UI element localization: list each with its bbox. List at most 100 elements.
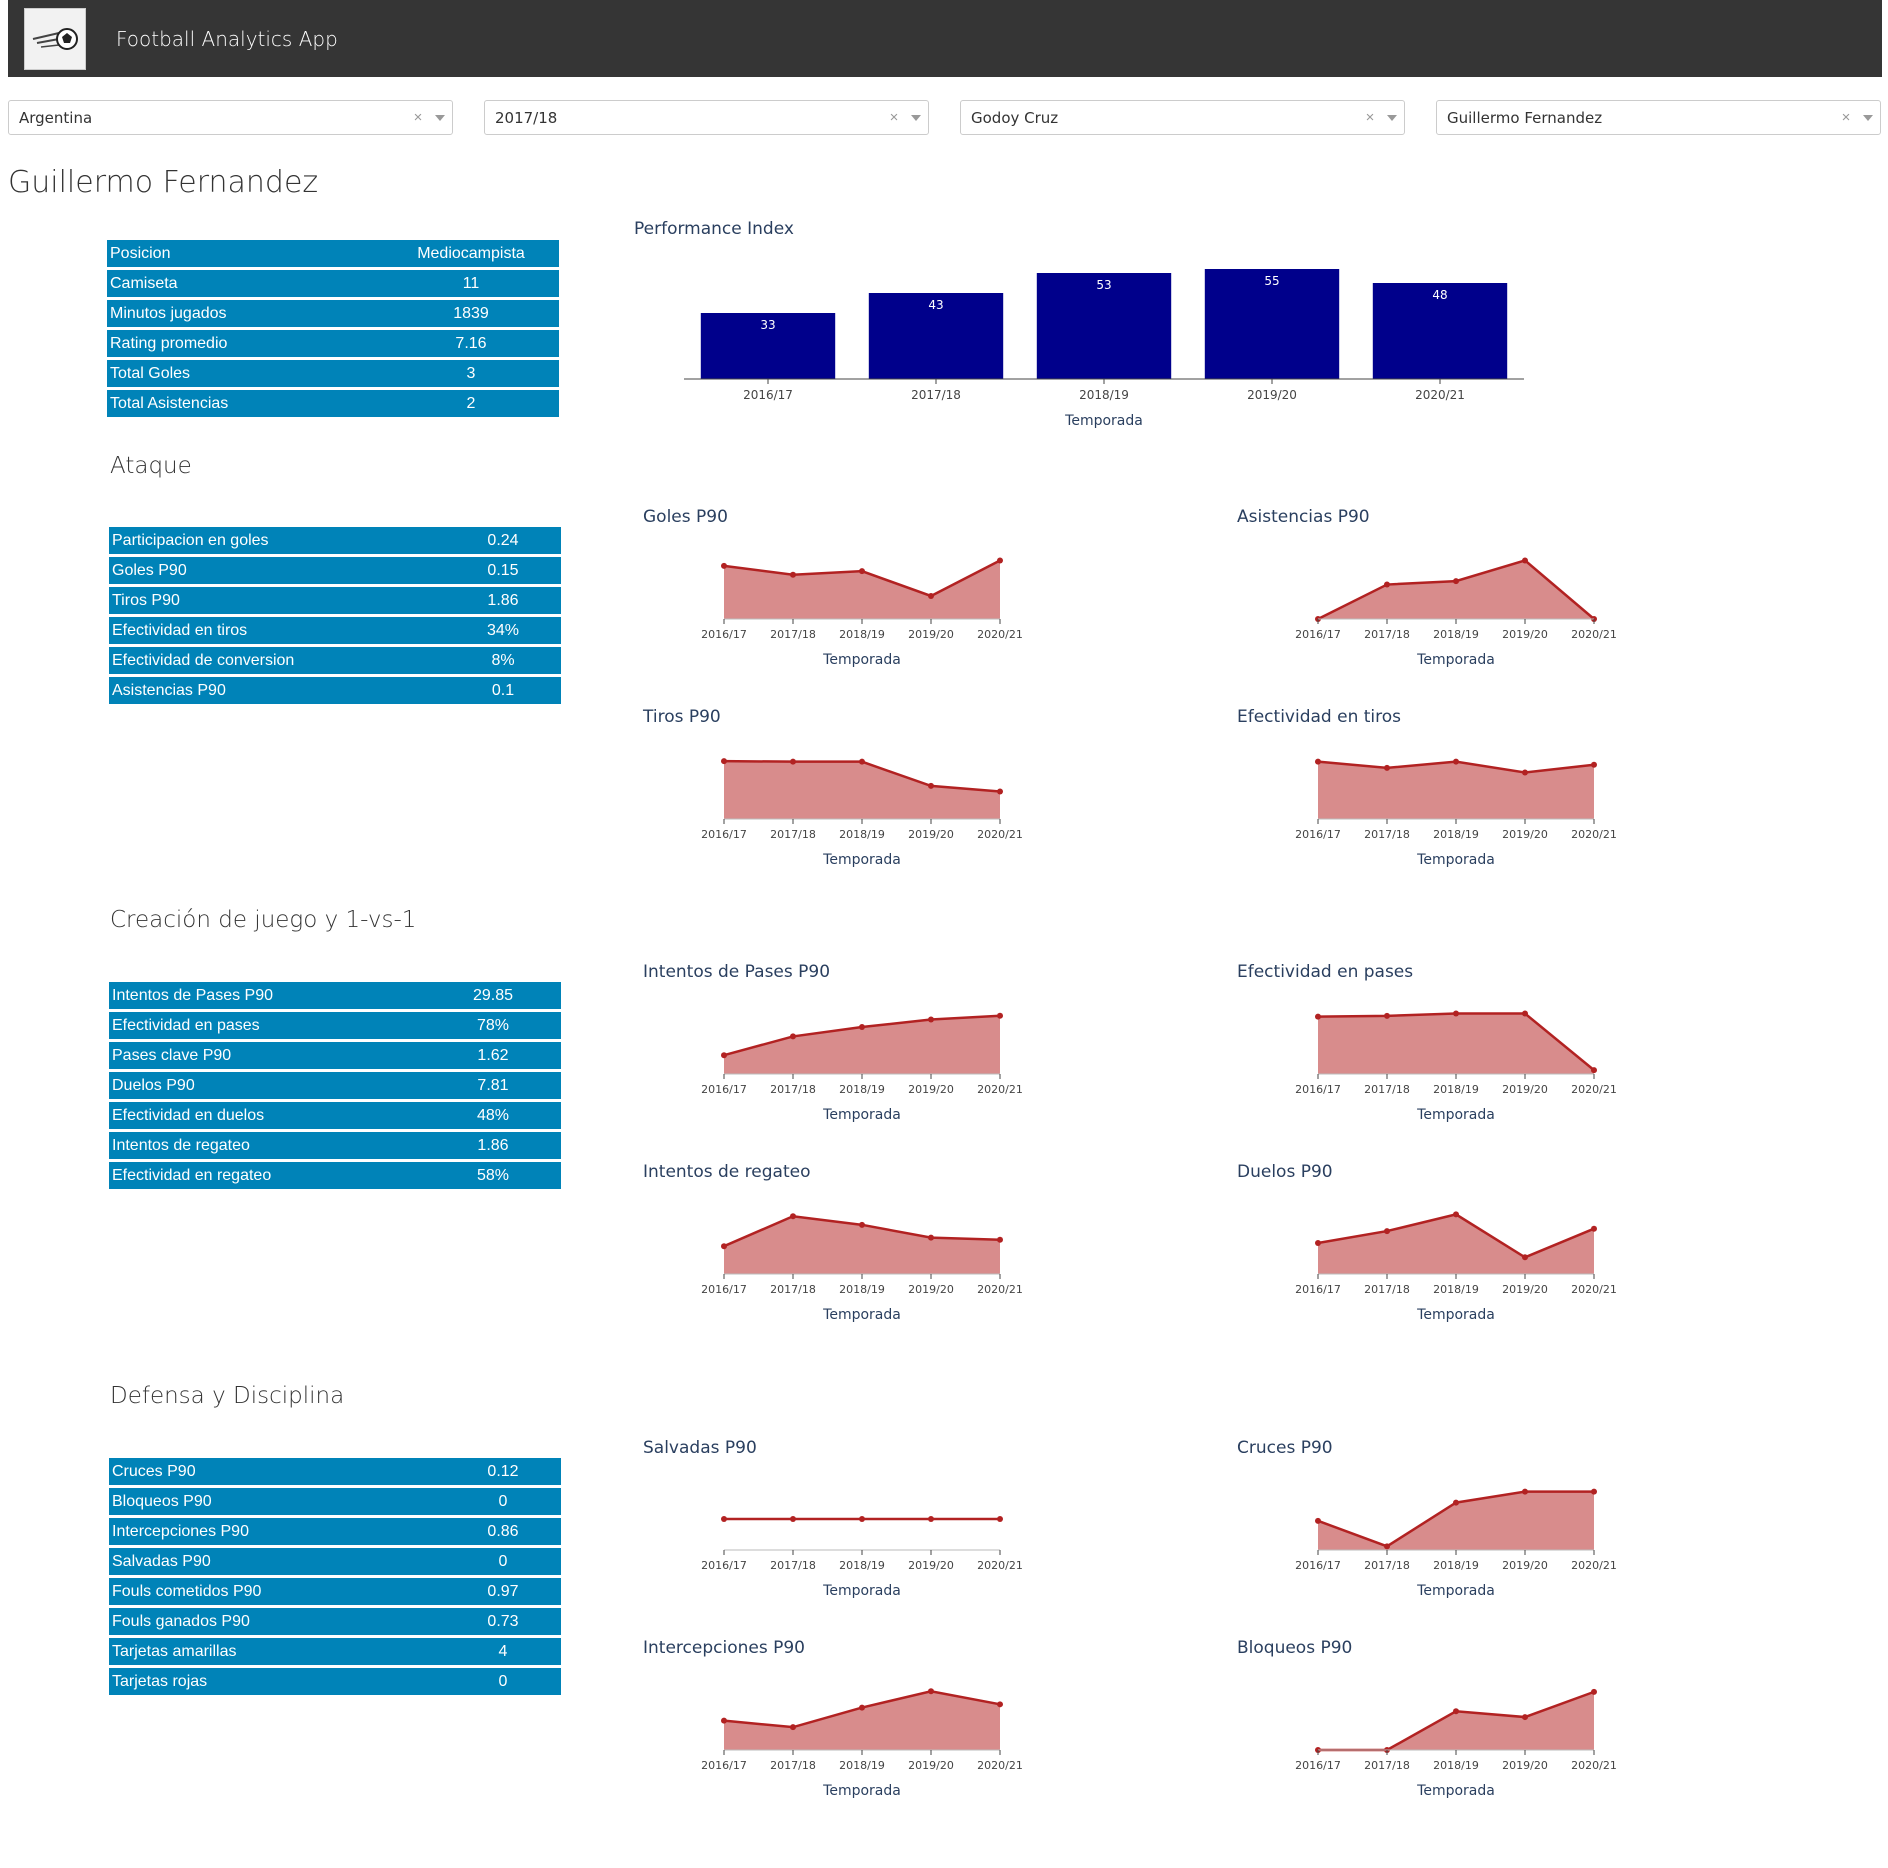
data-point [1315,758,1321,765]
table-row: Bloqueos P90 0 [109,1488,561,1515]
table-row: Total Asistencias 2 [107,390,559,417]
player-name-title: Guillermo Fernandez [8,165,319,200]
x-axis-title: Temporada [822,1783,901,1799]
chevron-down-icon[interactable] [1380,114,1404,122]
data-point [790,1033,796,1040]
season-dropdown[interactable]: 2017/18 × [484,100,929,135]
row-value: 48% [425,1102,561,1129]
row-value: 0.15 [445,557,561,584]
data-point [1384,764,1390,771]
bloqueos-p90-plot: 2016/17 2017/18 2018/19 2019/20 2020/21 Tempo… [1295,1688,1617,1799]
row-value: 0.12 [445,1458,561,1485]
data-point [790,571,796,578]
data-point [1522,1254,1528,1261]
x-tick-label: 2017/18 [1364,1559,1410,1572]
data-point [1384,1543,1390,1550]
data-point [721,1717,727,1724]
performance-index-plot: 33 2016/17 43 2017/18 53 2018/19 55 2019/20 48 20… [684,269,1524,429]
row-label: Efectividad en pases [109,1012,425,1039]
x-tick-label: 2017/18 [1364,828,1410,841]
data-point [1522,1488,1528,1495]
team-dropdown[interactable]: Godoy Cruz × [960,100,1405,135]
row-value: 4 [445,1638,561,1665]
app-title: Football Analytics App [116,26,338,51]
chevron-down-icon[interactable] [1856,114,1880,122]
x-tick-label: 2016/17 [1295,1283,1341,1296]
row-value: 0.24 [445,527,561,554]
data-point [1453,1708,1459,1715]
x-tick-label: 2017/18 [770,1559,816,1572]
efectividad-pases-plot: 2016/17 2017/18 2018/19 2019/20 2020/21 Tempo… [1295,1010,1617,1123]
x-tick-label: 2020/21 [1571,628,1617,641]
x-tick-label: 2020/21 [1571,1759,1617,1772]
data-point [1384,1228,1390,1235]
row-label: Tiros P90 [109,587,445,614]
defense-table: Cruces P90 0.12 Bloqueos P90 0 Intercepcio… [109,1455,561,1698]
x-axis-title: Temporada [822,652,901,668]
clear-icon[interactable]: × [884,109,904,126]
x-tick-label: 2019/20 [908,1759,954,1772]
row-label: Salvadas P90 [109,1548,445,1575]
tiros-p90-chart: Tiros P90 2016/17 2017/18 2018/19 2019/20 20… [643,707,1203,877]
bar-data-label: 53 [1096,278,1111,292]
clear-icon[interactable]: × [1836,109,1856,126]
row-value: 0.97 [445,1578,561,1605]
section-title-creation: Creación de juego y 1-vs-1 [110,907,417,933]
row-label: Camiseta [107,270,383,297]
data-point [721,562,727,569]
x-tick-label: 2019/20 [1502,828,1548,841]
x-tick-label: 2017/18 [1364,1283,1410,1296]
data-point [1591,1067,1597,1074]
x-tick-label: 2020/21 [1571,1559,1617,1572]
x-tick-label: 2020/21 [977,1559,1023,1572]
soccer-ball-logo-icon [24,7,86,70]
attack-table: Participacion en goles 0.24 Goles P90 0.15… [109,524,561,707]
data-point [1591,761,1597,768]
bar-data-label: 33 [760,318,775,332]
row-label: Total Goles [107,360,383,387]
table-row: Intentos de Pases P90 29.85 [109,982,561,1009]
chevron-down-icon[interactable] [428,114,452,122]
x-axis-title: Temporada [1416,1307,1495,1323]
row-value: 58% [425,1162,561,1189]
data-point [721,1516,727,1522]
x-tick-label: 2020/21 [1415,388,1465,402]
x-tick-label: 2019/20 [1247,388,1297,402]
x-tick-label: 2017/18 [1364,1083,1410,1096]
intercepciones-p90-plot: 2016/17 2017/18 2018/19 2019/20 2020/21 Tempo… [701,1688,1023,1799]
data-point [997,1701,1003,1708]
chevron-down-icon[interactable] [904,114,928,122]
row-value: 0 [445,1488,561,1515]
team-dropdown-value: Godoy Cruz [971,108,1059,127]
x-axis-title: Temporada [1416,652,1495,668]
x-tick-label: 2018/19 [1433,1759,1479,1772]
data-point [928,1234,934,1241]
asistencias-p90-plot: 2016/17 2017/18 2018/19 2019/20 2020/21 Tempo… [1295,557,1617,668]
intentos-pases-chart: Intentos de Pases P90 2016/17 2017/18 2018… [643,962,1203,1132]
profile-table: Posicion Mediocampista Camiseta 11 Minutos… [107,237,559,420]
x-tick-label: 2018/19 [839,1283,885,1296]
data-point [859,1516,865,1522]
x-tick-label: 2018/19 [1433,828,1479,841]
goles-p90-chart: Goles P90 2016/17 2017/18 2018/19 2019/20 20… [643,507,1203,677]
x-tick-label: 2016/17 [1295,1083,1341,1096]
country-dropdown[interactable]: Argentina × [8,100,453,135]
data-point [1453,1010,1459,1017]
x-tick-label: 2018/19 [839,1083,885,1096]
x-tick-label: 2018/19 [1079,388,1129,402]
row-label: Tarjetas amarillas [109,1638,445,1665]
row-value: 0.1 [445,677,561,704]
clear-icon[interactable]: × [1360,109,1380,126]
player-dropdown[interactable]: Guillermo Fernandez × [1436,100,1881,135]
area-fill [724,761,1000,819]
clear-icon[interactable]: × [408,109,428,126]
data-point [1522,769,1528,776]
row-value: 1.86 [425,1132,561,1159]
data-point [859,568,865,575]
data-point [721,758,727,765]
cruces-p90-plot: 2016/17 2017/18 2018/19 2019/20 2020/21 Tempo… [1295,1488,1617,1599]
row-label: Goles P90 [109,557,445,584]
x-axis-title: Temporada [1416,1583,1495,1599]
x-tick-label: 2020/21 [977,1283,1023,1296]
x-tick-label: 2016/17 [1295,1759,1341,1772]
